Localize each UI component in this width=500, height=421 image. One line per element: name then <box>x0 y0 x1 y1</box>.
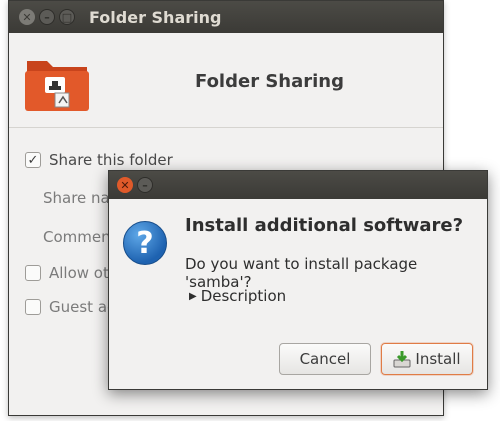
dialog-titlebar: ✕ – <box>109 171 487 199</box>
guest-access-row[interactable]: Guest ac <box>25 298 115 316</box>
guest-access-checkbox[interactable] <box>25 299 41 315</box>
install-label: Install <box>415 350 461 368</box>
maximize-icon[interactable]: □ <box>59 9 75 25</box>
share-name-row: Share na <box>43 189 110 207</box>
cancel-label: Cancel <box>299 350 351 368</box>
minimize-icon[interactable]: – <box>39 9 55 25</box>
header-title: Folder Sharing <box>195 71 345 92</box>
divider <box>9 127 443 128</box>
close-icon[interactable]: ✕ <box>117 177 133 193</box>
close-icon[interactable]: ✕ <box>19 9 35 25</box>
cancel-button[interactable]: Cancel <box>279 343 371 375</box>
expand-arrow-icon: ▶ <box>189 290 197 302</box>
share-this-folder-label: Share this folder <box>49 151 173 169</box>
install-icon <box>393 351 411 368</box>
comment-label: Commen <box>43 228 111 246</box>
description-label: Description <box>200 287 287 305</box>
folder-icon <box>25 61 89 111</box>
install-dialog: ✕ – ? Install additional software? Do yo… <box>108 170 488 390</box>
dialog-question: Do you want to install package 'samba'? <box>185 255 418 291</box>
description-expander[interactable]: ▶ Description <box>189 287 286 305</box>
share-this-folder-row[interactable]: ✓ Share this folder <box>25 151 173 169</box>
guest-access-label: Guest ac <box>49 298 116 316</box>
main-titlebar: ✕ – □ Folder Sharing <box>9 1 443 33</box>
minimize-icon[interactable]: – <box>137 177 153 193</box>
comment-row: Commen <box>43 228 111 246</box>
question-icon: ? <box>123 221 167 265</box>
header-area: Folder Sharing <box>9 33 443 123</box>
share-this-folder-checkbox[interactable]: ✓ <box>25 152 41 168</box>
allow-others-checkbox[interactable] <box>25 265 41 281</box>
dialog-heading: Install additional software? <box>185 215 464 236</box>
window-title: Folder Sharing <box>89 7 222 27</box>
install-button[interactable]: Install <box>381 343 473 375</box>
allow-others-label: Allow ot <box>49 264 109 282</box>
share-name-label: Share na <box>43 189 110 207</box>
allow-others-row[interactable]: Allow ot <box>25 264 109 282</box>
